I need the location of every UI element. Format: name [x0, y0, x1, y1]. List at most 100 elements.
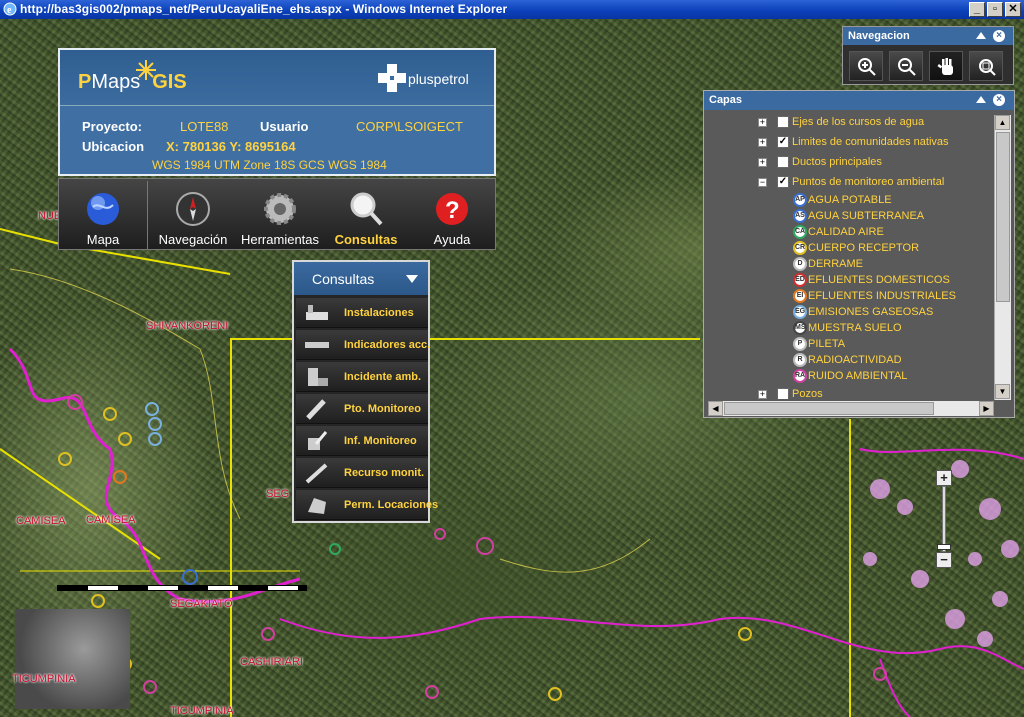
consultas-menu-header[interactable]: Consultas: [294, 262, 428, 295]
map-label: CAMISEA: [16, 515, 66, 527]
zoom-extent-icon: [979, 59, 996, 76]
main-toolbar: Mapa Navegación Herramientas Consultas ?…: [58, 178, 496, 250]
scroll-left-icon[interactable]: ◀: [708, 401, 723, 416]
capas-panel: Capas × + Ejes de los cursos de agua + ✓…: [703, 90, 1015, 418]
expand-icon[interactable]: +: [758, 158, 767, 167]
toolbar-consultas-button[interactable]: Consultas: [329, 179, 403, 251]
map-label: TICUMPINIA: [170, 705, 234, 717]
scroll-thumb[interactable]: [996, 132, 1010, 302]
pmaps-gis-logo: PMaps GIS: [78, 60, 187, 94]
window-title-bar[interactable]: e http://bas3gis002/pmaps_net/PeruUcayal…: [0, 0, 1024, 19]
zoom-extent-button[interactable]: [969, 51, 1003, 81]
layer-tree: + Ejes de los cursos de agua + ✓ Limites…: [708, 113, 994, 399]
toolbar-herramientas-button[interactable]: Herramientas: [237, 179, 323, 251]
consultas-item-recurso-monit[interactable]: Recurso monit.: [296, 458, 428, 488]
zoom-in-button[interactable]: [849, 51, 883, 81]
legend-item: AS AGUA SUBTERRANEA: [708, 209, 994, 225]
consultas-item-incidente[interactable]: Incidente amb.: [296, 362, 428, 392]
zoom-in-icon: [858, 58, 876, 76]
scroll-down-icon[interactable]: ▼: [995, 384, 1010, 399]
globe-icon: [87, 193, 119, 225]
zoom-knob[interactable]: [937, 544, 951, 550]
radioactividad-symbol-icon: R: [793, 353, 807, 367]
zoom-out-icon: [898, 58, 916, 76]
ubicacion-label: Ubicacion: [82, 139, 145, 154]
expand-icon[interactable]: +: [758, 390, 767, 399]
layer-row: + Ejes de los cursos de agua: [758, 116, 925, 128]
scale-bar: [57, 585, 307, 591]
maximize-button[interactable]: ▫: [987, 2, 1003, 17]
derrame-symbol-icon: D: [793, 257, 807, 271]
muestra-suelo-symbol-icon: MS: [793, 321, 807, 335]
expand-icon[interactable]: +: [758, 138, 767, 147]
zoom-track[interactable]: [942, 486, 946, 552]
consultas-item-instalaciones[interactable]: Instalaciones: [296, 298, 428, 328]
coordinates-readout: X: 780136 Y: 8695164: [166, 139, 296, 154]
close-icon[interactable]: ×: [993, 94, 1005, 106]
layer-checkbox[interactable]: [777, 156, 789, 168]
layers-horizontal-scrollbar[interactable]: ◀ ▶: [708, 401, 994, 416]
logo-band: PMaps GIS pluspetrol: [60, 50, 494, 106]
zoom-slider-minus-button[interactable]: −: [936, 552, 952, 568]
magnifier-icon: [350, 192, 383, 226]
capas-panel-header[interactable]: Capas ×: [704, 91, 1014, 110]
ruido-ambiental-symbol-icon: RA: [793, 369, 807, 383]
chevron-down-icon: [406, 275, 418, 283]
legend-item: R RADIOACTIVIDAD: [708, 353, 994, 369]
indicator-icon: [305, 342, 329, 348]
consultas-item-inf-monitoreo[interactable]: Inf. Monitoreo: [296, 426, 428, 456]
layers-vertical-scrollbar[interactable]: ▲ ▼: [994, 115, 1011, 400]
map-label: SHIVANKORENI: [146, 320, 229, 332]
scroll-up-icon[interactable]: ▲: [995, 115, 1010, 130]
river: [859, 448, 1024, 460]
close-button[interactable]: ✕: [1005, 2, 1021, 17]
consultas-item-indicadores[interactable]: Indicadores acc.: [296, 330, 430, 360]
expand-icon[interactable]: +: [758, 118, 767, 127]
facility-icon: [306, 305, 328, 320]
layer-row: + Pozos: [758, 388, 823, 399]
river: [879, 658, 911, 717]
efluentes-domesticos-symbol-icon: ED: [793, 273, 807, 287]
navegacion-panel-header[interactable]: Navegacion ×: [843, 27, 1013, 45]
incident-icon: [308, 368, 328, 386]
svg-text:e: e: [7, 5, 12, 16]
layer-checkbox[interactable]: [777, 116, 789, 128]
cuerpo-receptor-symbol-icon: CR: [793, 241, 807, 255]
pluspetrol-logo: pluspetrol: [378, 64, 474, 94]
window-title: http://bas3gis002/pmaps_net/PeruUcayaliE…: [20, 2, 508, 16]
pan-button[interactable]: [929, 51, 963, 81]
zoom-slider[interactable]: + −: [936, 470, 954, 568]
scroll-thumb[interactable]: [724, 402, 934, 415]
app-header: PMaps GIS pluspetrol Proyecto: LOTE88 Usu…: [58, 48, 496, 176]
sun-star-icon: [136, 60, 157, 80]
map-label: CASHIRIARI: [240, 656, 303, 668]
scroll-right-icon[interactable]: ▶: [979, 401, 994, 416]
compass-icon: [176, 192, 210, 226]
toolbar-mapa-button[interactable]: Mapa: [59, 179, 147, 251]
toolbar-navegacion-button[interactable]: Navegación: [151, 179, 235, 251]
zoom-slider-plus-button[interactable]: +: [936, 470, 952, 486]
consultas-item-pto-monitoreo[interactable]: Pto. Monitoreo: [296, 394, 428, 424]
map-label: TICUMPINIA: [12, 673, 76, 685]
overview-map[interactable]: [15, 609, 130, 709]
emisiones-gaseosas-symbol-icon: EG: [793, 305, 807, 319]
collapse-icon[interactable]: [976, 96, 986, 103]
zoom-out-button[interactable]: [889, 51, 923, 81]
layer-checkbox[interactable]: ✓: [777, 136, 789, 148]
legend-item: MS MUESTRA SUELO: [793, 321, 902, 335]
toolbar-ayuda-button[interactable]: ? Ayuda: [415, 179, 489, 251]
collapse-tree-icon[interactable]: −: [758, 178, 767, 187]
layer-checkbox[interactable]: ✓: [777, 176, 789, 188]
svg-text:?: ?: [445, 197, 460, 224]
usuario-label: Usuario: [260, 119, 309, 134]
minimize-button[interactable]: _: [969, 2, 985, 17]
consultas-item-perm-locaciones[interactable]: Perm. Locaciones: [296, 490, 438, 520]
pluspetrol-cross-icon: [378, 64, 406, 92]
close-icon[interactable]: ×: [993, 30, 1005, 42]
map-label: SEGAKIATO: [170, 598, 233, 610]
internet-explorer-icon: e: [3, 2, 17, 16]
collapse-icon[interactable]: [976, 32, 986, 39]
gear-icon: [264, 193, 296, 225]
layer-checkbox[interactable]: [777, 388, 789, 399]
legend-item: EI EFLUENTES INDUSTRIALES: [708, 289, 994, 305]
